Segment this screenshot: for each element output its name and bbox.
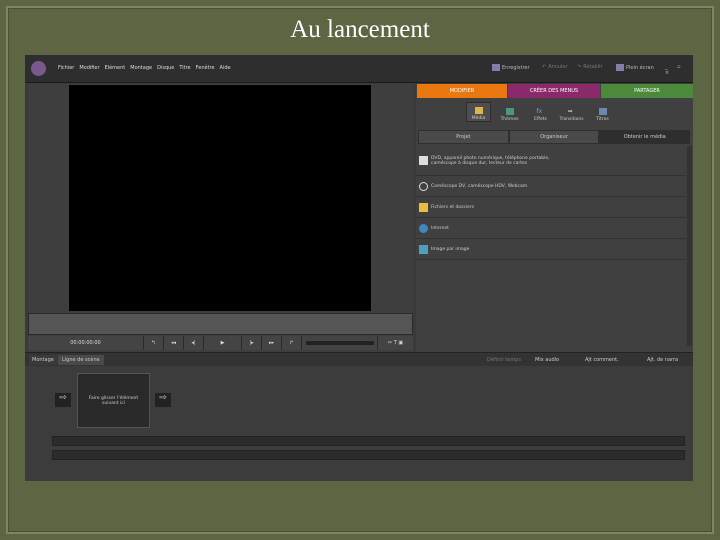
shuttle-slider[interactable]: [302, 336, 378, 350]
app-logo-icon: [31, 61, 46, 76]
playback-controls: 00:00:00:00 ↰ ◂◂ ◂| ▶ |▸ ▸▸ ↱ ✂ T ▣: [28, 336, 413, 350]
timeline-toolbar: Montage Ligne de scène Définir temps Mix…: [25, 352, 693, 366]
step-back-button[interactable]: ◂|: [184, 336, 204, 350]
arrow-icon: ⇨: [55, 393, 71, 407]
menu: Fichier Modifier Elément Montage Disque …: [58, 65, 231, 71]
add-narration-button[interactable]: Ajt. de narra: [647, 357, 678, 363]
menu-disque[interactable]: Disque: [157, 65, 174, 71]
tasks-panel: MODIFIER CRÉER DES MENUS PARTAGER Média …: [416, 84, 693, 352]
folder-icon: [419, 202, 428, 212]
subtab-obtenir-media[interactable]: Obtenir le média: [599, 130, 691, 144]
step-forward-button[interactable]: |▸: [242, 336, 262, 350]
menu-aide[interactable]: Aide: [220, 65, 231, 71]
scrollbar[interactable]: [687, 146, 692, 346]
undo-button[interactable]: ↶ Annuler: [542, 64, 568, 70]
menu-element[interactable]: Elément: [105, 65, 126, 71]
fullscreen-button[interactable]: Plein écran: [616, 64, 654, 71]
source-files[interactable]: Fichiers et dossiers: [416, 197, 686, 218]
tab-modifier[interactable]: MODIFIER: [417, 84, 507, 98]
go-end-button[interactable]: ↱: [282, 336, 302, 350]
add-comment-button[interactable]: Ajt comment.: [585, 357, 619, 363]
scene-line: ⇨ Faire glisser l'élément suivant ici ⇨: [25, 366, 693, 481]
window-controls[interactable]: _ ▫ ×: [665, 64, 693, 76]
globe-icon: [419, 223, 428, 233]
undo-icon: ↶: [542, 64, 547, 70]
play-button[interactable]: ▶: [204, 336, 242, 350]
audio-track[interactable]: [52, 436, 685, 446]
save-icon: [492, 64, 500, 71]
menu-montage[interactable]: Montage: [130, 65, 152, 71]
fast-forward-button[interactable]: ▸▸: [262, 336, 282, 350]
tool-row: Média Thèmes fx Effets ⇛ Transitions Titre…: [466, 102, 615, 122]
arrow-icon: ⇨: [155, 393, 171, 407]
menu-titre[interactable]: Titre: [179, 65, 190, 71]
media-icon: [474, 107, 483, 114]
titles-icon: [598, 108, 607, 115]
tool-themes[interactable]: Thèmes: [497, 102, 522, 122]
tool-effets[interactable]: fx Effets: [528, 102, 553, 122]
camera-icon: [419, 181, 428, 191]
source-dv[interactable]: Caméscope DV, caméscope HDV, Webcam: [416, 176, 686, 197]
narration-track[interactable]: [52, 450, 685, 460]
tool-titres[interactable]: Titres: [590, 102, 615, 122]
source-dvd[interactable]: DVD, appareil photo numérique, téléphone…: [416, 146, 686, 176]
video-preview: [69, 85, 371, 311]
audio-mix-button[interactable]: Mix audio: [535, 357, 559, 363]
tab-partager[interactable]: PARTAGER: [601, 84, 693, 98]
subtab-organiseur[interactable]: Organiseur: [508, 130, 600, 144]
source-stop-motion[interactable]: Image par image: [416, 239, 686, 260]
menu-modifier[interactable]: Modifier: [79, 65, 99, 71]
tab-ligne-de-scene[interactable]: Ligne de scène: [58, 355, 104, 365]
transitions-icon: ⇛: [567, 108, 573, 115]
slide-title: Au lancement: [290, 16, 430, 43]
media-sources-list: DVD, appareil photo numérique, téléphone…: [416, 146, 686, 260]
device-icon: [419, 156, 428, 165]
scrubber[interactable]: [28, 313, 413, 335]
premiere-elements-window: Fichier Modifier Elément Montage Disque …: [25, 55, 693, 481]
redo-button[interactable]: ↷ Rétablir: [577, 64, 603, 70]
tool-transitions[interactable]: ⇛ Transitions: [559, 102, 584, 122]
stop-motion-icon: [419, 244, 428, 254]
subtabs: Projet Organiseur Obtenir le média: [418, 130, 691, 144]
subtab-projet[interactable]: Projet: [418, 130, 509, 144]
tab-creer-menus[interactable]: CRÉER DES MENUS: [508, 84, 600, 98]
themes-icon: [505, 108, 514, 115]
monitor-panel: [28, 84, 413, 352]
tool-media[interactable]: Média: [466, 102, 491, 122]
split-title-tools[interactable]: ✂ T ▣: [378, 336, 413, 350]
save-button[interactable]: Enregistrer: [492, 64, 530, 71]
rewind-button[interactable]: ◂◂: [164, 336, 184, 350]
fx-icon: fx: [536, 108, 543, 115]
set-time-button[interactable]: Définir temps: [487, 357, 521, 363]
source-internet[interactable]: Internet: [416, 218, 686, 239]
tab-montage[interactable]: Montage: [29, 355, 57, 365]
redo-icon: ↷: [577, 64, 582, 70]
timecode: 00:00:00:00: [28, 336, 144, 350]
go-start-button[interactable]: ↰: [144, 336, 164, 350]
monitor-icon: [616, 64, 624, 71]
menu-bar: Fichier Modifier Elément Montage Disque …: [25, 55, 693, 83]
menu-fichier[interactable]: Fichier: [58, 65, 74, 71]
drop-zone[interactable]: Faire glisser l'élément suivant ici: [77, 373, 150, 428]
menu-fenetre[interactable]: Fenêtre: [196, 65, 215, 71]
